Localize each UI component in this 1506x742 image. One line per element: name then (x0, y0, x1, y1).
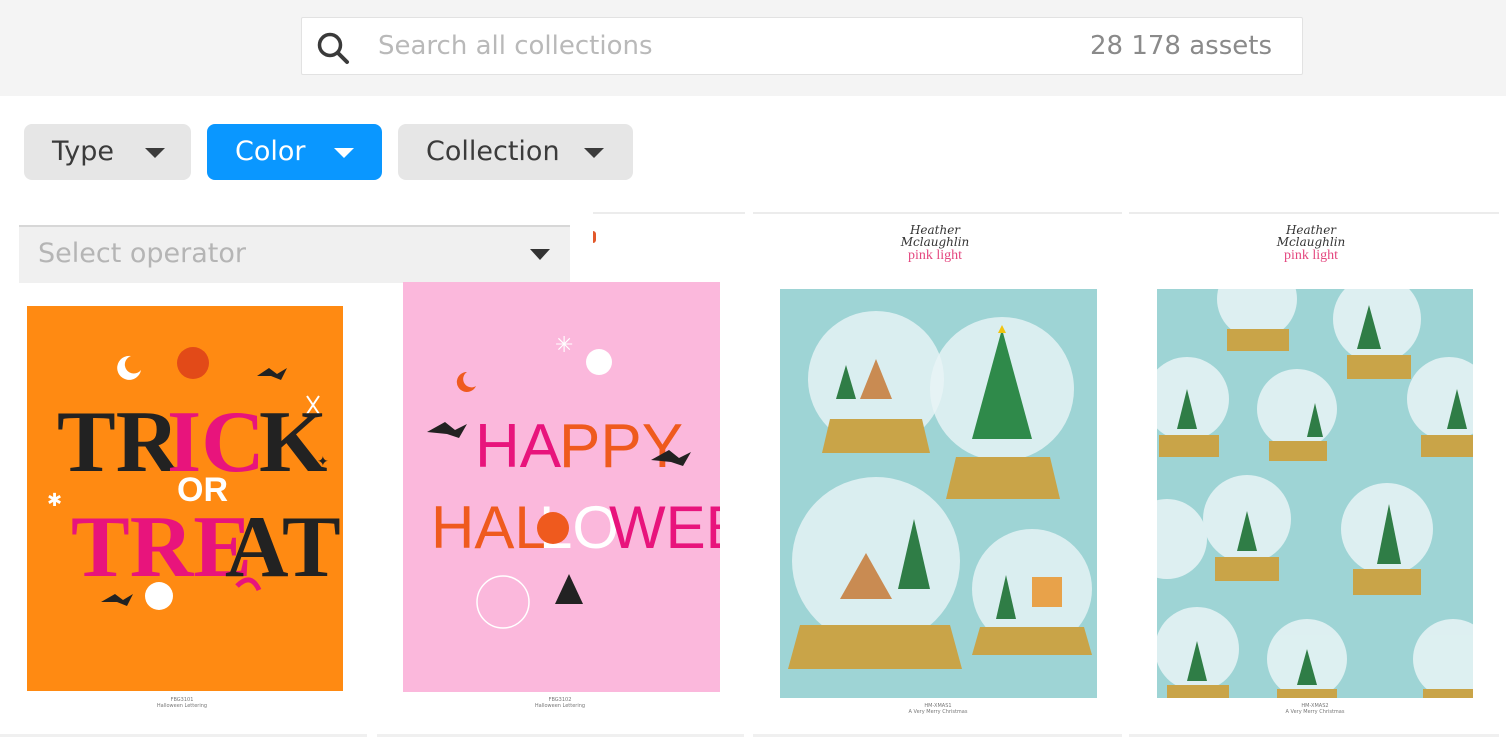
asset-title: A Very Merry Christmas (1285, 709, 1345, 715)
asset-title: Halloween Lettering (156, 703, 208, 709)
collection-filter-label: Collection (426, 136, 560, 167)
card-divider (593, 212, 745, 214)
asset-thumbnail-snow-globes[interactable] (780, 289, 1097, 698)
svg-text:HAL: HAL (431, 494, 548, 561)
chevron-down-icon (145, 148, 165, 158)
trick-or-treat-artwork: TR IC K OR TRE AT ✱ ✦ (47, 347, 341, 610)
svg-text:HA: HA (475, 412, 562, 481)
operator-select[interactable]: Select operator (19, 225, 570, 283)
search-icon (317, 32, 349, 64)
brand-logo: Heather Mclaughlin pink light (1256, 224, 1366, 264)
asset-title: A Very Merry Christmas (908, 709, 968, 715)
asset-caption: HM-XMAS1 A Very Merry Christmas (883, 703, 993, 715)
snow-globe-pattern-artwork (1157, 289, 1473, 698)
asset-thumbnail-trick-or-treat[interactable]: TR IC K OR TRE AT ✱ ✦ (27, 306, 343, 691)
card-divider (377, 734, 744, 737)
chevron-down-icon (530, 249, 550, 260)
top-bar: Search all collections 28 178 assets (0, 0, 1506, 96)
chevron-down-icon (334, 148, 354, 158)
card-divider (753, 212, 1122, 214)
type-filter-button[interactable]: Type (24, 124, 191, 180)
type-filter-label: Type (52, 136, 115, 167)
color-filter-button[interactable]: Color (207, 124, 382, 180)
brand-sub-logo: pink light (1283, 248, 1339, 263)
color-filter-label: Color (235, 136, 306, 167)
asset-thumbnail-snow-globe-pattern[interactable] (1157, 289, 1473, 698)
card-divider (1129, 212, 1499, 214)
brand-logo: Heather Mclaughlin pink light (880, 224, 990, 264)
search-input[interactable]: Search all collections (378, 29, 653, 63)
operator-select-placeholder: Select operator (38, 238, 246, 269)
brand-sub-logo: pink light (907, 248, 963, 263)
brand-script-logo: Heather Mclaughlin (900, 223, 970, 249)
asset-caption: FBG3101 Halloween Lettering (127, 697, 237, 709)
svg-text:WEEN: WEEN (609, 494, 720, 561)
search-bar[interactable]: Search all collections 28 178 assets (301, 17, 1303, 75)
svg-text:✦: ✦ (317, 454, 329, 470)
svg-text:K: K (259, 394, 327, 491)
card-divider (1129, 734, 1499, 737)
asset-caption: HM-XMAS2 A Very Merry Christmas (1260, 703, 1370, 715)
collection-filter-button[interactable]: Collection (398, 124, 633, 180)
asset-thumbnail-happy-halloween[interactable]: ✳ HA PPY HAL LO WEEN (403, 282, 720, 692)
asset-caption: FBG3102 Halloween Lettering (505, 697, 615, 709)
svg-text:✳: ✳ (555, 333, 573, 358)
brand-script-logo: Heather Mclaughlin (1276, 223, 1346, 249)
asset-title: Halloween Lettering (534, 703, 586, 709)
svg-text:✱: ✱ (47, 490, 62, 511)
happy-halloween-artwork: ✳ HA PPY HAL LO WEEN (427, 333, 720, 629)
card-divider (753, 734, 1122, 737)
snow-globes-artwork (788, 311, 1092, 669)
svg-text:PPY: PPY (559, 412, 683, 481)
card-divider (0, 734, 367, 737)
asset-count: 28 178 assets (1090, 31, 1272, 61)
svg-text:TR: TR (57, 394, 181, 491)
chevron-down-icon (584, 148, 604, 158)
